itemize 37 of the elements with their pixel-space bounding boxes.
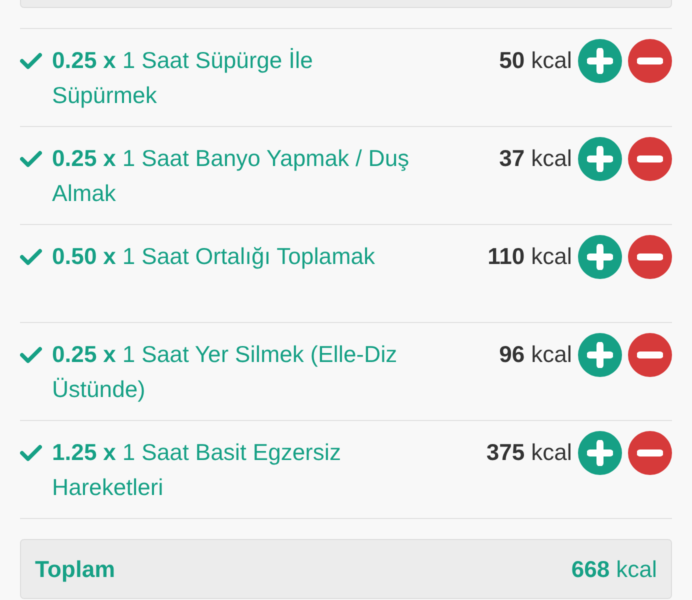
add-button[interactable] <box>578 333 622 377</box>
add-button[interactable] <box>578 235 622 279</box>
minus-icon <box>637 351 663 359</box>
calorie-value: 110 kcal <box>488 242 572 271</box>
activity-label: 0.25 x 1 Saat Süpürge İle Süpürmek <box>52 46 314 110</box>
remove-button[interactable] <box>628 431 672 475</box>
checkmark-icon <box>20 150 42 168</box>
calorie-value: 37 kcal <box>499 144 572 173</box>
remove-button[interactable] <box>628 333 672 377</box>
activity-label: 0.25 x 1 Saat Banyo Yapmak / Duş Almak <box>52 144 410 208</box>
add-button[interactable] <box>578 137 622 181</box>
minus-icon <box>637 57 663 65</box>
activity-label: 1.25 x 1 Saat Basit Egzersiz Hareketleri <box>52 438 342 502</box>
plus-icon <box>587 244 613 270</box>
total-label: Toplam <box>35 554 116 584</box>
calorie-value: 96 kcal <box>499 340 572 369</box>
minus-icon <box>637 155 663 163</box>
add-button[interactable] <box>578 39 622 83</box>
remove-button[interactable] <box>628 39 672 83</box>
checkmark-icon <box>20 444 42 462</box>
remove-button[interactable] <box>628 137 672 181</box>
calorie-value: 375 kcal <box>486 438 572 467</box>
checkmark-icon <box>20 346 42 364</box>
add-button[interactable] <box>578 431 622 475</box>
activity-label: 0.25 x 1 Saat Yer Silmek (Elle-Diz Üstünde) <box>52 340 398 404</box>
plus-icon <box>587 48 613 74</box>
total-value: 668 kcal <box>571 554 657 584</box>
checkmark-icon <box>20 248 42 266</box>
plus-icon <box>587 146 613 172</box>
minus-icon <box>637 449 663 457</box>
remove-button[interactable] <box>628 235 672 279</box>
minus-icon <box>637 253 663 261</box>
calorie-value: 50 kcal <box>499 46 572 75</box>
activity-label: 0.50 x 1 Saat Ortalığı Toplamak <box>52 242 376 271</box>
plus-icon <box>587 342 613 368</box>
plus-icon <box>587 440 613 466</box>
checkmark-icon <box>20 52 42 70</box>
